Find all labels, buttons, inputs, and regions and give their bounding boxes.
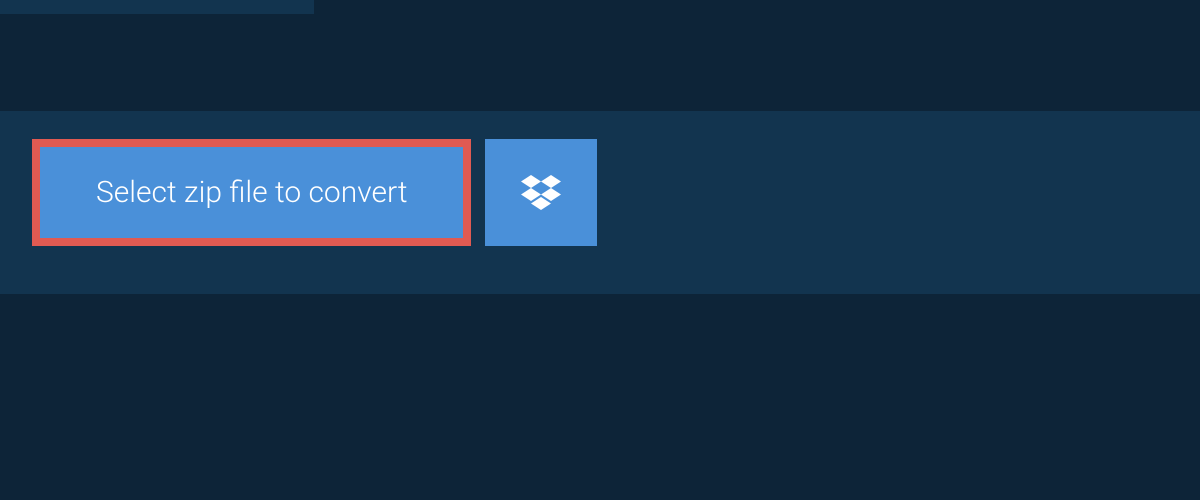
dropbox-icon <box>521 175 561 211</box>
select-file-label: Select zip file to convert <box>96 175 407 210</box>
button-row: Select zip file to convert <box>0 111 1200 246</box>
select-file-button[interactable]: Select zip file to convert <box>32 139 471 246</box>
page-title-tab: Convert zip to ldb <box>0 0 314 14</box>
dropbox-source-button[interactable] <box>485 139 597 246</box>
convert-panel: Select zip file to convert <box>0 111 1200 294</box>
